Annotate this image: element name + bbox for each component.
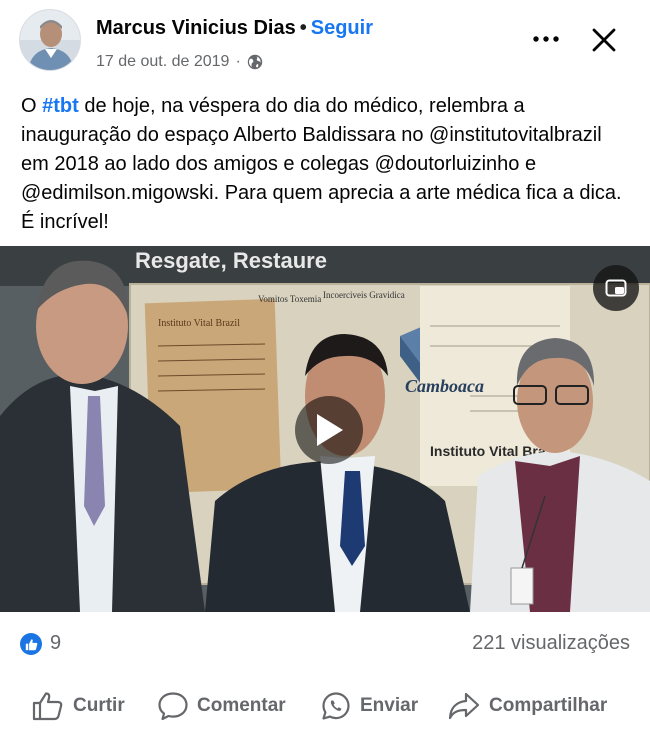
poster-text-2: Vomitos Toxemia (258, 294, 321, 304)
picture-in-picture-button[interactable] (593, 265, 639, 311)
separator-dot: • (299, 17, 307, 39)
post-date[interactable]: 17 de out. de 2019 (96, 53, 229, 71)
close-button[interactable] (584, 20, 624, 60)
like-button[interactable]: Curtir (31, 680, 125, 732)
banner-text: Resgate, Restaure (135, 248, 327, 273)
comment-icon (158, 692, 188, 721)
more-icon (533, 36, 559, 42)
globe-icon (247, 54, 263, 70)
picture-in-picture-icon (605, 279, 627, 297)
author-line: Marcus Vinicius Dias • Seguir (96, 15, 373, 41)
share-button[interactable]: Compartilhar (447, 680, 607, 732)
poster-text-3: Incoerciveis Gravidica (323, 290, 405, 300)
follow-button[interactable]: Seguir (311, 17, 373, 39)
author-avatar[interactable] (19, 9, 81, 71)
post-stats: 9 221 visualizações (0, 620, 650, 668)
thumbs-up-icon (32, 692, 63, 721)
play-button[interactable] (295, 396, 363, 464)
send-button[interactable]: Enviar (320, 680, 418, 732)
share-icon (448, 692, 480, 720)
like-reaction-icon[interactable] (20, 633, 42, 655)
poster-text-4: Camboaca (405, 376, 484, 396)
like-count[interactable]: 9 (50, 632, 61, 655)
send-label: Enviar (360, 695, 419, 716)
share-label: Compartilhar (489, 695, 608, 716)
comment-label: Comentar (197, 695, 286, 716)
hashtag-link[interactable]: #tbt (42, 95, 79, 117)
like-label: Curtir (73, 695, 125, 716)
post-header: Marcus Vinicius Dias • Seguir 17 de out. d… (0, 0, 650, 90)
date-separator: · (235, 53, 241, 70)
action-bar: Curtir Comentar Enviar Compartilhar (0, 680, 650, 732)
play-icon (317, 414, 343, 446)
poster-text-1: Instituto Vital Brazil (158, 318, 240, 329)
caption-text-rest: de hoje, na véspera do dia do médico, re… (21, 95, 622, 233)
comment-button[interactable]: Comentar (157, 680, 286, 732)
post-caption: O #tbt de hoje, na véspera do dia do méd… (21, 92, 633, 237)
post-meta: 17 de out. de 2019 · (96, 53, 263, 71)
caption-text-start: O (21, 95, 43, 117)
close-icon (592, 28, 616, 52)
view-count: 221 visualizações (472, 632, 630, 654)
whatsapp-icon (322, 692, 350, 720)
more-options-button[interactable] (526, 22, 566, 56)
author-name[interactable]: Marcus Vinicius Dias (96, 17, 296, 39)
